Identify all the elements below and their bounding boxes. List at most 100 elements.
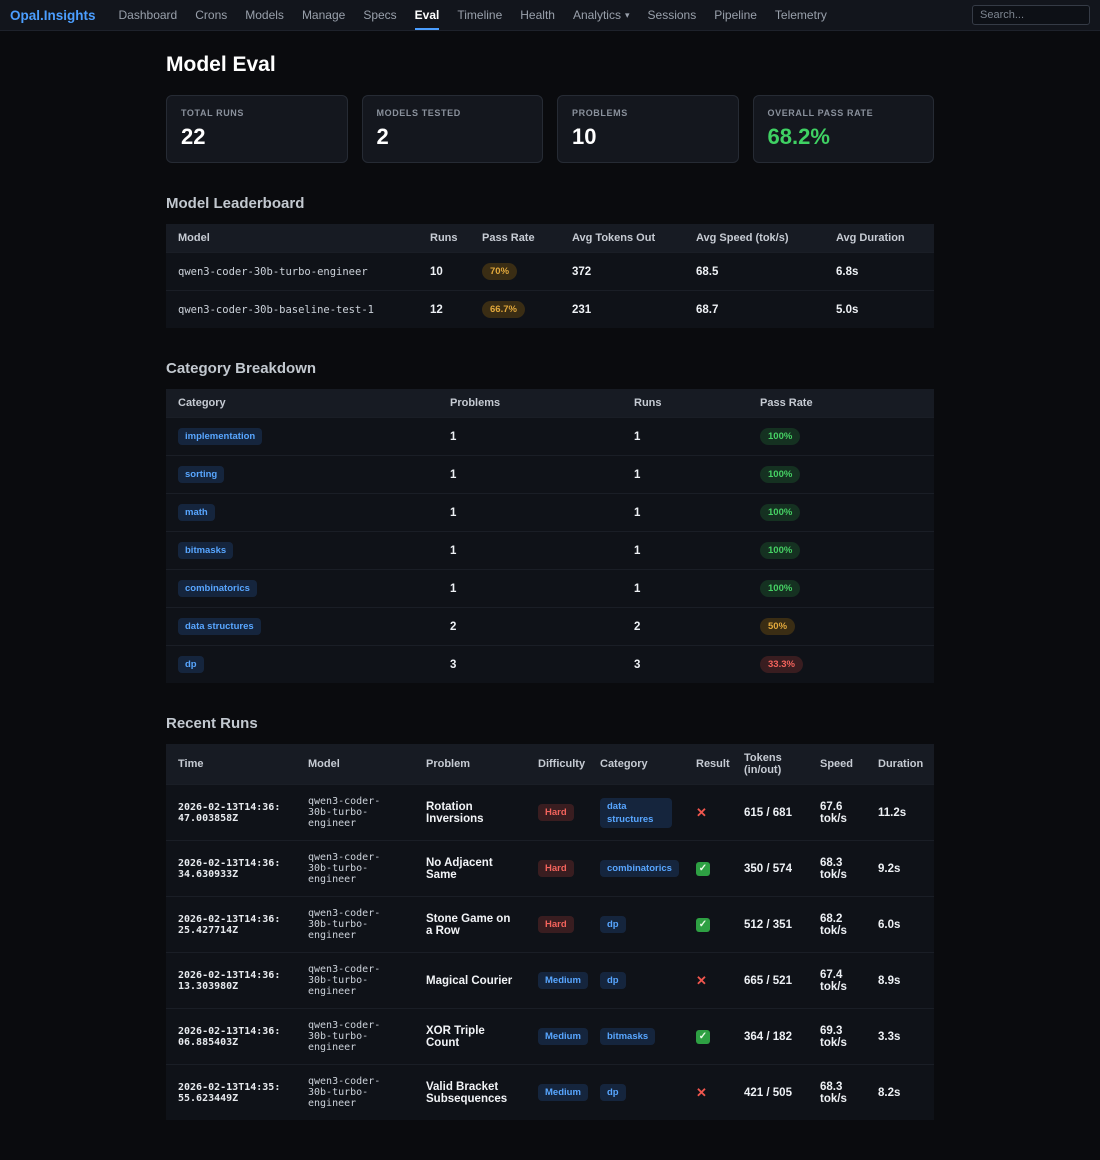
nav-pipeline[interactable]: Pipeline bbox=[714, 0, 757, 30]
nav-health[interactable]: Health bbox=[520, 0, 555, 30]
recent-runs-section: Recent Runs Time Model Problem Difficult… bbox=[166, 715, 934, 1120]
column-header-avg-speed: Avg Speed (tok/s) bbox=[684, 224, 824, 253]
duration-cell: 11.2s bbox=[866, 784, 934, 841]
table-row: implementation 1 1 100% bbox=[166, 417, 934, 456]
problems-cell: 1 bbox=[438, 417, 622, 456]
nav-sessions[interactable]: Sessions bbox=[648, 0, 697, 30]
category-cell: combinatorics bbox=[588, 840, 684, 897]
pass-rate-cell: 100% bbox=[748, 531, 934, 570]
table-row: qwen3-coder-30b-turbo-engineer 10 70% 37… bbox=[166, 252, 934, 291]
difficulty-badge: Hard bbox=[538, 804, 574, 821]
column-header-avg-tokens-out: Avg Tokens Out bbox=[560, 224, 684, 253]
runs-cell: 1 bbox=[622, 569, 748, 608]
model-cell: qwen3-coder-30b-turbo-engineer bbox=[296, 896, 414, 953]
nav-manage[interactable]: Manage bbox=[302, 0, 345, 30]
category-cell: dp bbox=[588, 1064, 684, 1120]
nav-analytics-dropdown[interactable]: Analytics bbox=[573, 0, 630, 30]
column-header-result: Result bbox=[684, 744, 732, 785]
runs-cell: 12 bbox=[418, 290, 470, 328]
stat-value: 68.2% bbox=[767, 124, 830, 149]
difficulty-cell: Medium bbox=[526, 952, 588, 1009]
nav-crons[interactable]: Crons bbox=[195, 0, 227, 30]
search-box bbox=[972, 5, 1090, 25]
column-header-duration: Duration bbox=[866, 744, 934, 785]
column-header-model: Model bbox=[296, 744, 414, 785]
problem-cell: Rotation Inversions bbox=[414, 784, 526, 841]
pass-rate-cell: 100% bbox=[748, 493, 934, 532]
tokens-cell: 421 / 505 bbox=[732, 1064, 808, 1120]
time-cell: 2026-02-13T14:36:13.303980Z bbox=[166, 952, 296, 1009]
avg-duration-cell: 5.0s bbox=[824, 290, 934, 328]
problems-cell: 1 bbox=[438, 493, 622, 532]
nav-eval[interactable]: Eval bbox=[414, 0, 440, 30]
table-row: 2026-02-13T14:36:34.630933Z qwen3-coder-… bbox=[166, 840, 934, 897]
table-row: combinatorics 1 1 100% bbox=[166, 569, 934, 608]
model-cell: qwen3-coder-30b-turbo-engineer bbox=[296, 784, 414, 841]
problem-cell: Valid Bracket Subsequences bbox=[414, 1064, 526, 1120]
column-header-speed: Speed bbox=[808, 744, 866, 785]
duration-cell: 8.9s bbox=[866, 952, 934, 1009]
column-header-problem: Problem bbox=[414, 744, 526, 785]
stats-cards: TOTAL RUNS 22 MODELS TESTED 2 PROBLEMS 1… bbox=[166, 95, 934, 163]
category-table: Category Problems Runs Pass Rate impleme… bbox=[166, 389, 934, 683]
stat-card-problems: PROBLEMS 10 bbox=[557, 95, 739, 163]
top-nav-bar: Opal.Insights Dashboard Crons Models Man… bbox=[0, 0, 1100, 31]
pass-rate-cell: 100% bbox=[748, 569, 934, 608]
result-cell bbox=[684, 952, 732, 1009]
result-cell bbox=[684, 784, 732, 841]
speed-cell: 67.6 tok/s bbox=[808, 784, 866, 841]
result-cell bbox=[684, 1064, 732, 1120]
avg-speed-cell: 68.5 bbox=[684, 252, 824, 291]
column-header-pass-rate: Pass Rate bbox=[470, 224, 560, 253]
category-badge: sorting bbox=[178, 466, 225, 483]
column-header-pass-rate: Pass Rate bbox=[748, 389, 934, 418]
fail-icon bbox=[696, 805, 707, 820]
duration-cell: 6.0s bbox=[866, 896, 934, 953]
difficulty-badge: Medium bbox=[538, 1084, 588, 1101]
stat-label: MODELS TESTED bbox=[376, 108, 461, 118]
category-cell: data structures bbox=[166, 607, 438, 646]
model-cell: qwen3-coder-30b-turbo-engineer bbox=[296, 952, 414, 1009]
recent-runs-table: Time Model Problem Difficulty Category R… bbox=[166, 744, 934, 1120]
table-row: 2026-02-13T14:35:55.623449Z qwen3-coder-… bbox=[166, 1064, 934, 1120]
stat-card-models-tested: MODELS TESTED 2 bbox=[361, 95, 543, 163]
pass-rate-badge: 70% bbox=[482, 263, 518, 280]
model-name-cell: qwen3-coder-30b-turbo-engineer bbox=[166, 252, 418, 291]
leaderboard-table: Model Runs Pass Rate Avg Tokens Out Avg … bbox=[166, 224, 934, 328]
table-row: bitmasks 1 1 100% bbox=[166, 531, 934, 570]
nav-telemetry[interactable]: Telemetry bbox=[775, 0, 827, 30]
nav-specs[interactable]: Specs bbox=[363, 0, 396, 30]
speed-cell: 69.3 tok/s bbox=[808, 1008, 866, 1065]
nav-timeline[interactable]: Timeline bbox=[457, 0, 502, 30]
time-cell: 2026-02-13T14:35:55.623449Z bbox=[166, 1064, 296, 1120]
column-header-tokens: Tokens (in/out) bbox=[732, 744, 808, 785]
app-logo[interactable]: Opal.Insights bbox=[10, 8, 96, 23]
problems-cell: 3 bbox=[438, 645, 622, 683]
nav-dashboard[interactable]: Dashboard bbox=[119, 0, 178, 30]
category-badge: combinatorics bbox=[600, 860, 679, 877]
search-input[interactable] bbox=[972, 5, 1090, 25]
table-header-row: Category Problems Runs Pass Rate bbox=[166, 389, 934, 418]
problems-cell: 2 bbox=[438, 607, 622, 646]
stat-label: OVERALL PASS RATE bbox=[767, 108, 874, 118]
pass-rate-badge: 100% bbox=[760, 428, 801, 445]
pass-rate-cell: 100% bbox=[748, 417, 934, 456]
pass-rate-cell: 70% bbox=[470, 252, 560, 291]
section-title: Category Breakdown bbox=[166, 360, 317, 377]
stat-value: 10 bbox=[572, 124, 597, 149]
table-header-row: Model Runs Pass Rate Avg Tokens Out Avg … bbox=[166, 224, 934, 253]
difficulty-cell: Hard bbox=[526, 840, 588, 897]
table-row: dp 3 3 33.3% bbox=[166, 645, 934, 683]
speed-cell: 68.2 tok/s bbox=[808, 896, 866, 953]
pass-rate-cell: 50% bbox=[748, 607, 934, 646]
nav-models[interactable]: Models bbox=[245, 0, 284, 30]
category-cell: sorting bbox=[166, 455, 438, 494]
category-cell: combinatorics bbox=[166, 569, 438, 608]
avg-tokens-cell: 372 bbox=[560, 252, 684, 291]
category-cell: dp bbox=[588, 952, 684, 1009]
column-header-difficulty: Difficulty bbox=[526, 744, 588, 785]
difficulty-cell: Medium bbox=[526, 1008, 588, 1065]
problems-cell: 1 bbox=[438, 455, 622, 494]
category-cell: implementation bbox=[166, 417, 438, 456]
table-row: 2026-02-13T14:36:06.885403Z qwen3-coder-… bbox=[166, 1008, 934, 1065]
